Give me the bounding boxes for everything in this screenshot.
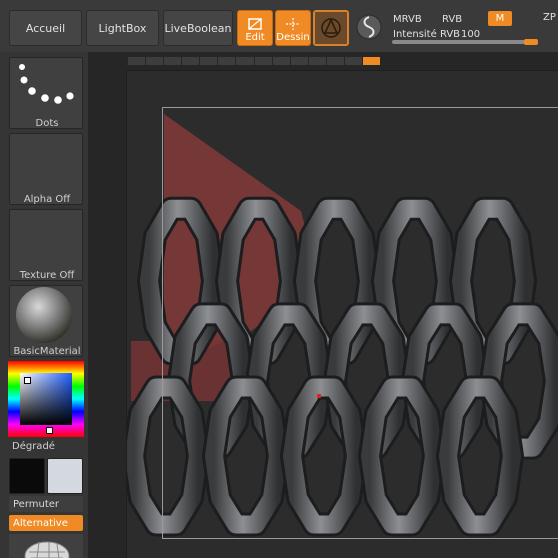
timeline-segment[interactable] bbox=[164, 57, 182, 65]
stroke-label: Dots bbox=[35, 118, 59, 129]
dots-stroke-icon bbox=[19, 64, 74, 104]
texture-label: Texture Off bbox=[19, 270, 75, 281]
material-label: BasicMaterial bbox=[13, 346, 81, 357]
timeline-segment[interactable] bbox=[200, 57, 218, 65]
alpha-tile[interactable]: Alpha Off bbox=[9, 133, 83, 205]
brush-preview-icon bbox=[24, 541, 70, 558]
mrvb-button[interactable]: MRVB bbox=[393, 14, 422, 25]
timeline-segment[interactable] bbox=[272, 57, 290, 65]
material-sphere-icon[interactable] bbox=[355, 12, 383, 42]
edit-icon bbox=[248, 18, 262, 30]
timeline-segment[interactable] bbox=[344, 57, 363, 65]
alternative-button[interactable]: Alternative bbox=[9, 515, 83, 531]
timeline-segment[interactable] bbox=[308, 57, 326, 65]
timeline-segment[interactable] bbox=[182, 57, 200, 65]
timeline-segment[interactable] bbox=[236, 57, 254, 65]
material-sphere-preview bbox=[16, 287, 72, 343]
lightbox-button[interactable]: LightBox bbox=[86, 10, 159, 46]
timeline-segment[interactable] bbox=[254, 57, 272, 65]
intensity-label: Intensité RVB bbox=[393, 29, 461, 40]
zp-button[interactable]: ZP bbox=[543, 12, 556, 23]
dessin-button[interactable]: Dessin bbox=[275, 10, 311, 46]
slider-knob[interactable] bbox=[524, 39, 538, 45]
material-tile[interactable]: BasicMaterial bbox=[9, 285, 83, 357]
intensity-slider[interactable] bbox=[392, 39, 538, 45]
m-button[interactable]: M bbox=[488, 11, 512, 26]
draw-icon bbox=[286, 18, 300, 30]
timeline-segment[interactable] bbox=[128, 57, 146, 65]
color-picker[interactable] bbox=[8, 361, 84, 437]
dessin-label: Dessin bbox=[276, 32, 310, 43]
timeline-segment[interactable] bbox=[363, 57, 381, 65]
timeline-segment[interactable] bbox=[146, 57, 164, 65]
texture-tile[interactable]: Texture Off bbox=[9, 209, 83, 281]
color-marker[interactable] bbox=[24, 377, 31, 384]
edit-button[interactable]: Edit bbox=[237, 10, 273, 46]
rvb-button[interactable]: RVB bbox=[442, 14, 462, 25]
move-button[interactable] bbox=[313, 10, 349, 46]
swap-button[interactable]: Permuter bbox=[9, 496, 83, 512]
accueil-button[interactable]: Accueil bbox=[9, 10, 82, 46]
top-toolbar: Accueil LightBox LiveBoolean Edit Dessin… bbox=[0, 0, 558, 52]
main-color-swatch[interactable] bbox=[9, 458, 45, 494]
move-icon bbox=[321, 18, 341, 38]
edit-label: Edit bbox=[245, 32, 265, 43]
timeline-bar[interactable] bbox=[128, 57, 381, 65]
brush-preview-tile[interactable] bbox=[9, 534, 83, 558]
timeline-segment[interactable] bbox=[326, 57, 344, 65]
timeline-segment[interactable] bbox=[218, 57, 236, 65]
document-bounds bbox=[162, 107, 558, 539]
timeline-segment[interactable] bbox=[290, 57, 308, 65]
alpha-label: Alpha Off bbox=[23, 194, 71, 205]
intensity-value: 100 bbox=[461, 29, 481, 40]
hue-marker[interactable] bbox=[46, 427, 53, 434]
liveboolean-button[interactable]: LiveBoolean bbox=[163, 10, 233, 46]
gradient-label[interactable]: Dégradé bbox=[12, 441, 55, 452]
secondary-color-swatch[interactable] bbox=[47, 458, 83, 494]
brush-stroke-tile[interactable]: Dots bbox=[9, 57, 83, 129]
